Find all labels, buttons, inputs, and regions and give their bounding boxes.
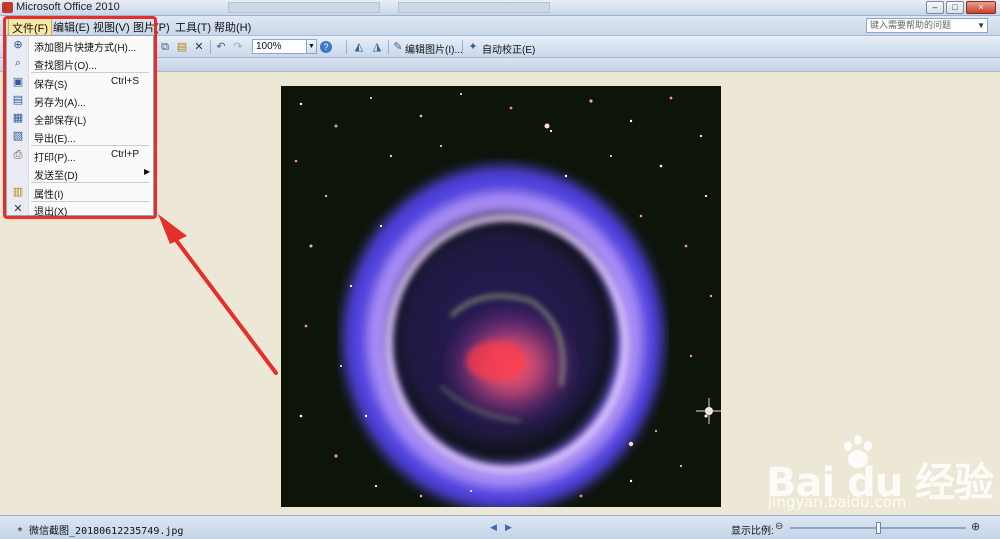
maximize-button[interactable]: □ — [946, 1, 964, 14]
window-title: Microsoft Office 2010 — [16, 1, 120, 13]
auto-correct-icon[interactable]: ✦ — [466, 40, 480, 54]
nebula-picture — [281, 86, 721, 507]
zoom-out-icon[interactable]: ⊖ — [775, 521, 783, 532]
help-search-placeholder: 键入需要帮助的问题 — [870, 20, 952, 30]
chevron-down-icon[interactable]: ▼ — [306, 39, 317, 54]
rotate-left-icon[interactable]: ◭ — [352, 40, 366, 54]
baidu-jingyan-watermark: Bai du 经验 jingyan.baidu.com — [766, 432, 996, 514]
edit-picture-button[interactable]: 编辑图片(I)... — [405, 41, 463, 56]
nebula-image — [281, 86, 721, 507]
watermark-url: jingyan.baidu.com — [768, 493, 907, 511]
zoom-slider-thumb[interactable] — [876, 522, 881, 534]
background-window-tab[interactable] — [228, 2, 380, 13]
minimize-button[interactable]: – — [926, 1, 944, 14]
auto-correct-button[interactable]: 自动校正(E) — [482, 41, 535, 56]
toolbar-divider — [210, 40, 211, 54]
undo-icon[interactable]: ↶ — [214, 40, 228, 54]
status-bar: * 微信截图_20180612235749.jpg ◀ ▶ 显示比例: ⊖ ⊕ — [0, 515, 1000, 539]
zoom-label: 显示比例: — [731, 526, 774, 537]
help-search-input[interactable]: 键入需要帮助的问题 ▼ — [866, 18, 988, 33]
redo-icon[interactable]: ↷ — [231, 40, 245, 54]
menu-help[interactable]: 帮助(H) — [214, 19, 251, 35]
chevron-down-icon[interactable]: ▼ — [977, 19, 985, 32]
annotation-highlight-box — [3, 16, 157, 219]
help-icon[interactable]: ? — [320, 41, 332, 53]
paste-icon[interactable]: ▤ — [175, 40, 189, 54]
zoom-in-icon[interactable]: ⊕ — [971, 520, 980, 533]
next-image-icon[interactable]: ▶ — [505, 522, 512, 533]
menu-tools[interactable]: 工具(T) — [175, 19, 211, 35]
edit-picture-icon[interactable]: ✎ — [391, 40, 405, 54]
delete-icon[interactable]: ✕ — [192, 40, 206, 54]
rotate-right-icon[interactable]: ◮ — [370, 40, 384, 54]
office-app-icon — [2, 2, 13, 13]
toolbar-divider — [462, 40, 463, 54]
previous-image-icon[interactable]: ◀ — [490, 522, 497, 533]
title-bar: Microsoft Office 2010 – □ × — [0, 0, 1000, 16]
toolbar-divider — [388, 40, 389, 54]
background-window-tab[interactable] — [398, 2, 550, 13]
close-button[interactable]: × — [966, 1, 996, 14]
toolbar-divider — [346, 40, 347, 54]
status-filename: * 微信截图_20180612235749.jpg — [17, 526, 184, 537]
copy-icon[interactable]: ⧉ — [158, 40, 172, 54]
